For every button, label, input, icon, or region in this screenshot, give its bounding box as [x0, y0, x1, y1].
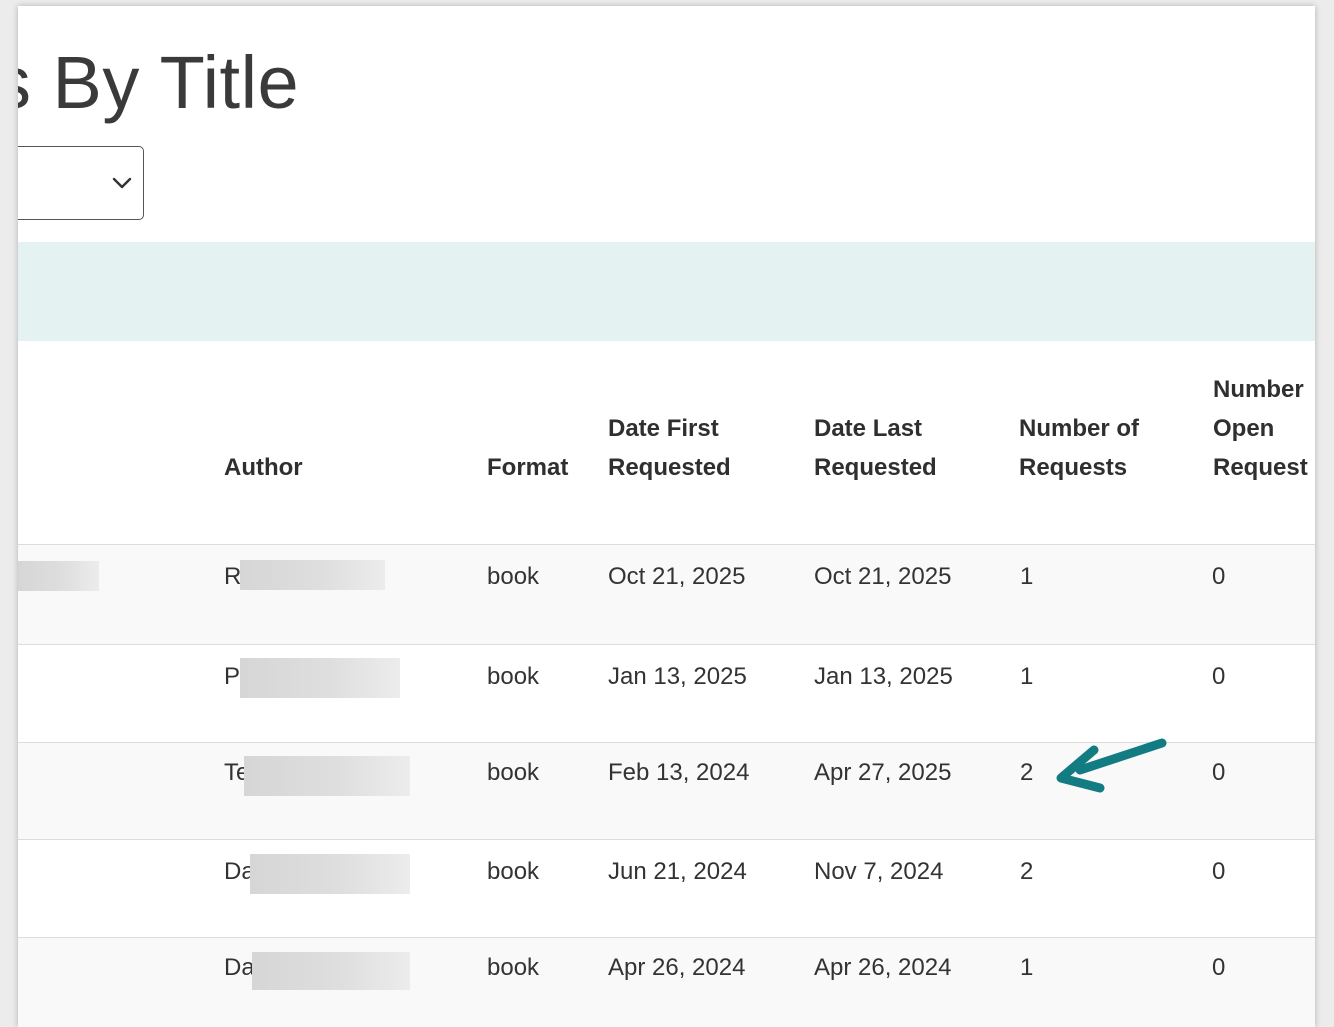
- info-banner: [18, 242, 1315, 341]
- author-cell: Da: [224, 954, 255, 981]
- date-last-cell: Apr 26, 2024: [814, 954, 952, 981]
- redacted-title: [18, 561, 99, 591]
- column-header-number-open-requests[interactable]: Number Open Request: [1213, 370, 1308, 487]
- date-last-cell: Jan 13, 2025: [814, 663, 953, 690]
- date-last-cell: Oct 21, 2025: [814, 563, 952, 590]
- open-requests-cell: 0: [1212, 858, 1226, 885]
- column-header-format[interactable]: Format: [487, 448, 568, 487]
- date-first-cell: Apr 26, 2024: [608, 954, 746, 981]
- date-last-cell: Nov 7, 2024: [814, 858, 944, 885]
- redacted-author: [244, 756, 410, 796]
- author-cell: R: [224, 563, 242, 590]
- date-first-cell: Jan 13, 2025: [608, 663, 747, 690]
- column-header-number-of-requests[interactable]: Number of Requests: [1019, 409, 1139, 487]
- requests-count-cell: 2: [1020, 858, 1034, 885]
- format-cell: book: [487, 954, 540, 981]
- requests-count-cell: 2: [1020, 759, 1034, 786]
- arrow-icon: [1056, 738, 1167, 793]
- table-row[interactable]: Da book Apr 26, 2024 Apr 26, 2024 1 0: [18, 937, 1315, 1027]
- table-row[interactable]: P book Jan 13, 2025 Jan 13, 2025 1 0: [18, 644, 1315, 743]
- author-cell: P: [224, 663, 241, 690]
- report-panel: s By Title Author Format Date First Requ…: [18, 6, 1315, 1027]
- open-requests-cell: 0: [1212, 954, 1226, 981]
- table-row[interactable]: R book Oct 21, 2025 Oct 21, 2025 1 0: [18, 544, 1315, 645]
- date-first-cell: Feb 13, 2024: [608, 759, 750, 786]
- column-header-author[interactable]: Author: [224, 448, 303, 487]
- column-header-date-first-requested[interactable]: Date First Requested: [608, 409, 731, 487]
- format-cell: book: [487, 858, 540, 885]
- date-first-cell: Jun 21, 2024: [608, 858, 747, 885]
- format-cell: book: [487, 759, 540, 786]
- redacted-author: [240, 658, 400, 698]
- chevron-down-icon: [112, 177, 132, 189]
- date-first-cell: Oct 21, 2025: [608, 563, 746, 590]
- date-last-cell: Apr 27, 2025: [814, 759, 952, 786]
- filter-select[interactable]: [18, 146, 144, 220]
- requests-count-cell: 1: [1020, 563, 1034, 590]
- redacted-author: [240, 560, 385, 590]
- page-title: s By Title: [18, 41, 300, 124]
- requests-count-cell: 1: [1020, 663, 1034, 690]
- table-row[interactable]: Da book Jun 21, 2024 Nov 7, 2024 2 0: [18, 839, 1315, 938]
- redacted-author: [250, 854, 410, 894]
- redacted-author: [252, 952, 410, 990]
- open-requests-cell: 0: [1212, 663, 1226, 690]
- open-requests-cell: 0: [1212, 759, 1226, 786]
- column-header-date-last-requested[interactable]: Date Last Requested: [814, 409, 937, 487]
- requests-count-cell: 1: [1020, 954, 1034, 981]
- open-requests-cell: 0: [1212, 563, 1226, 590]
- format-cell: book: [487, 563, 540, 590]
- format-cell: book: [487, 663, 540, 690]
